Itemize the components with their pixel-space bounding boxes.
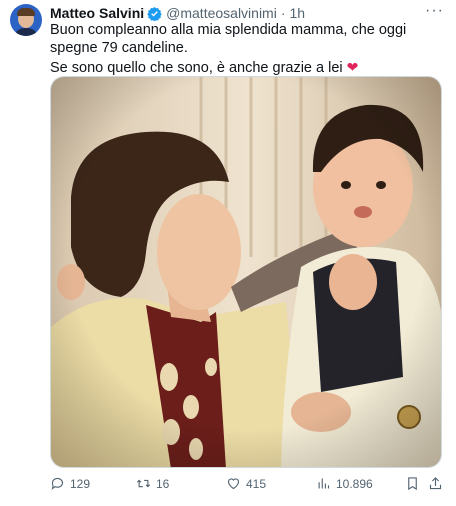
author-handle[interactable]: @matteosalvinimi — [166, 5, 277, 21]
share-icon — [429, 477, 442, 490]
bookmark-button[interactable] — [405, 476, 425, 491]
views-button[interactable]: 10.896 — [316, 476, 373, 491]
action-bar: 129 16 415 10.896 — [50, 476, 442, 496]
red-heart-icon: ❤ — [346, 59, 359, 75]
author-name[interactable]: Matteo Salvini — [50, 5, 144, 21]
tweet-text-line1: Buon compleanno alla mia splendida mamma… — [50, 22, 407, 56]
like-button[interactable]: 415 — [226, 476, 266, 491]
reply-icon — [51, 477, 64, 490]
like-icon — [227, 478, 240, 490]
verified-badge-icon — [147, 6, 162, 21]
more-icon[interactable]: ··· — [425, 3, 444, 19]
bookmark-icon — [408, 477, 417, 491]
tweet-photo[interactable] — [50, 76, 442, 468]
reply-count: 129 — [70, 476, 91, 491]
retweet-icon — [136, 479, 151, 488]
like-count: 415 — [246, 476, 267, 491]
tweet-text-line2: Se sono quello che sono, è anche grazie … — [50, 60, 343, 76]
tweet-time[interactable]: 1h — [290, 5, 306, 21]
author-avatar[interactable] — [10, 4, 42, 36]
tweet-card: Matteo Salvini @matteosalvinimi · 1h ···… — [0, 0, 456, 506]
vintage-photo-illustration — [51, 77, 441, 467]
tweet-text: Buon compleanno alla mia splendida mamma… — [50, 22, 442, 78]
reply-button[interactable]: 129 — [50, 476, 90, 491]
separator-dot: · — [280, 5, 286, 21]
tweet-header: Matteo Salvini @matteosalvinimi · 1h — [50, 4, 305, 22]
retweet-count: 16 — [156, 476, 170, 491]
share-button[interactable] — [428, 476, 448, 491]
views-icon — [318, 478, 330, 489]
retweet-button[interactable]: 16 — [136, 476, 169, 491]
views-count: 10.896 — [336, 476, 373, 491]
